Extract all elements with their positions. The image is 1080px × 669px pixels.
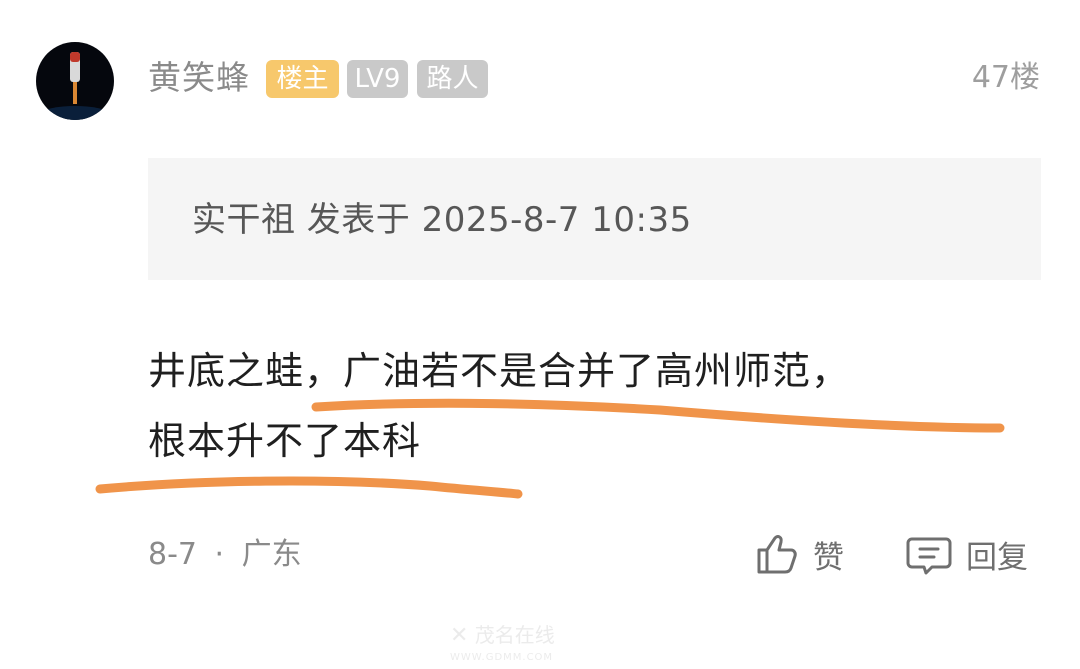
quoted-post[interactable]: 实干祖 发表于 2025-8-7 10:35 (148, 158, 1041, 280)
post-meta: 8-7 · 广东 (148, 534, 302, 576)
avatar-image (36, 42, 114, 120)
level-badge: LV9 (347, 60, 408, 98)
quote-text: 实干祖 发表于 2025-8-7 10:35 (192, 200, 692, 240)
meta-separator: · (214, 537, 225, 572)
like-label: 赞 (813, 539, 844, 576)
site-logo-icon: ✕ (450, 623, 469, 648)
watermark-text: 茂名在线 (474, 623, 555, 647)
role-badge: 路人 (417, 60, 488, 98)
comment-icon (906, 531, 952, 577)
floor-number: 47楼 (971, 60, 1040, 95)
content-line-1: 井底之蛙，广油若不是合并了高州师范， (148, 349, 851, 393)
username[interactable]: 黄笑蜂 (148, 56, 250, 100)
like-button[interactable]: 赞 (755, 528, 844, 580)
thumbs-up-icon (755, 532, 799, 576)
content-line-2: 根本升不了本科 (148, 419, 422, 463)
post-location: 广东 (241, 537, 302, 572)
watermark-url: WWW.GDMM.COM (450, 652, 554, 663)
site-watermark: ✕ 茂名在线 WWW.GDMM.COM (450, 624, 555, 669)
host-badge: 楼主 (266, 60, 339, 98)
reply-button[interactable]: 回复 (906, 528, 1028, 580)
reply-label: 回复 (966, 539, 1028, 576)
comment-content: 井底之蛙，广油若不是合并了高州师范， 根本升不了本科 (148, 336, 1028, 476)
underline-mark-2 (95, 476, 523, 499)
avatar[interactable] (36, 42, 114, 120)
post-date: 8-7 (148, 537, 197, 572)
